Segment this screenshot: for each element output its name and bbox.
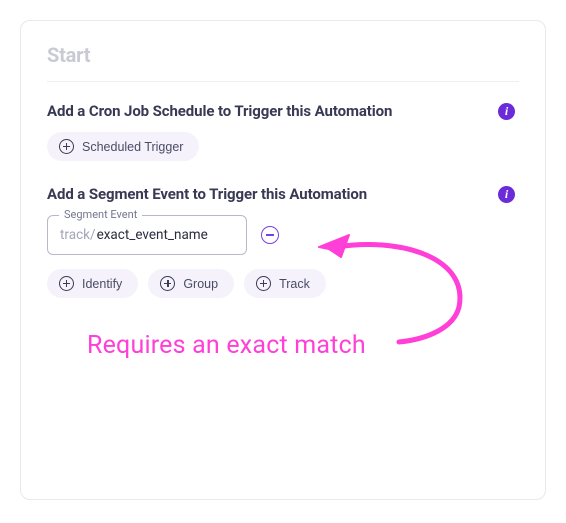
group-label: Group xyxy=(183,277,218,291)
cron-button-row: Scheduled Trigger xyxy=(47,132,519,161)
info-icon[interactable]: i xyxy=(498,103,515,120)
segment-event-input[interactable]: track/exact_event_name xyxy=(47,215,247,255)
segment-event-prefix: track/ xyxy=(60,227,96,243)
scheduled-trigger-button[interactable]: Scheduled Trigger xyxy=(47,132,199,161)
plus-icon xyxy=(160,276,175,291)
segment-event-value: exact_event_name xyxy=(97,227,208,243)
scheduled-trigger-label: Scheduled Trigger xyxy=(82,140,183,154)
segment-section-header: Add a Segment Event to Trigger this Auto… xyxy=(47,185,519,203)
start-card: Start Add a Cron Job Schedule to Trigger… xyxy=(20,20,546,500)
info-icon[interactable]: i xyxy=(498,186,515,203)
group-button[interactable]: Group xyxy=(148,269,234,298)
track-button[interactable]: Track xyxy=(244,269,326,298)
plus-icon xyxy=(256,276,271,291)
plus-icon xyxy=(59,276,74,291)
track-label: Track xyxy=(279,277,310,291)
segment-field-label: Segment Event xyxy=(59,208,142,221)
segment-button-row: Identify Group Track xyxy=(47,269,519,298)
identify-label: Identify xyxy=(82,277,122,291)
segment-section-title: Add a Segment Event to Trigger this Auto… xyxy=(47,185,367,203)
segment-section: Add a Segment Event to Trigger this Auto… xyxy=(47,185,519,298)
identify-button[interactable]: Identify xyxy=(47,269,138,298)
segment-field-row: Segment Event track/exact_event_name xyxy=(47,215,519,255)
plus-icon xyxy=(59,139,74,154)
cron-section: Add a Cron Job Schedule to Trigger this … xyxy=(47,102,519,161)
card-title: Start xyxy=(47,43,519,82)
segment-field-wrap: Segment Event track/exact_event_name xyxy=(47,215,247,255)
cron-section-title: Add a Cron Job Schedule to Trigger this … xyxy=(47,102,392,120)
cron-section-header: Add a Cron Job Schedule to Trigger this … xyxy=(47,102,519,120)
annotation-text: Requires an exact match xyxy=(87,331,366,360)
remove-button[interactable] xyxy=(261,226,279,244)
